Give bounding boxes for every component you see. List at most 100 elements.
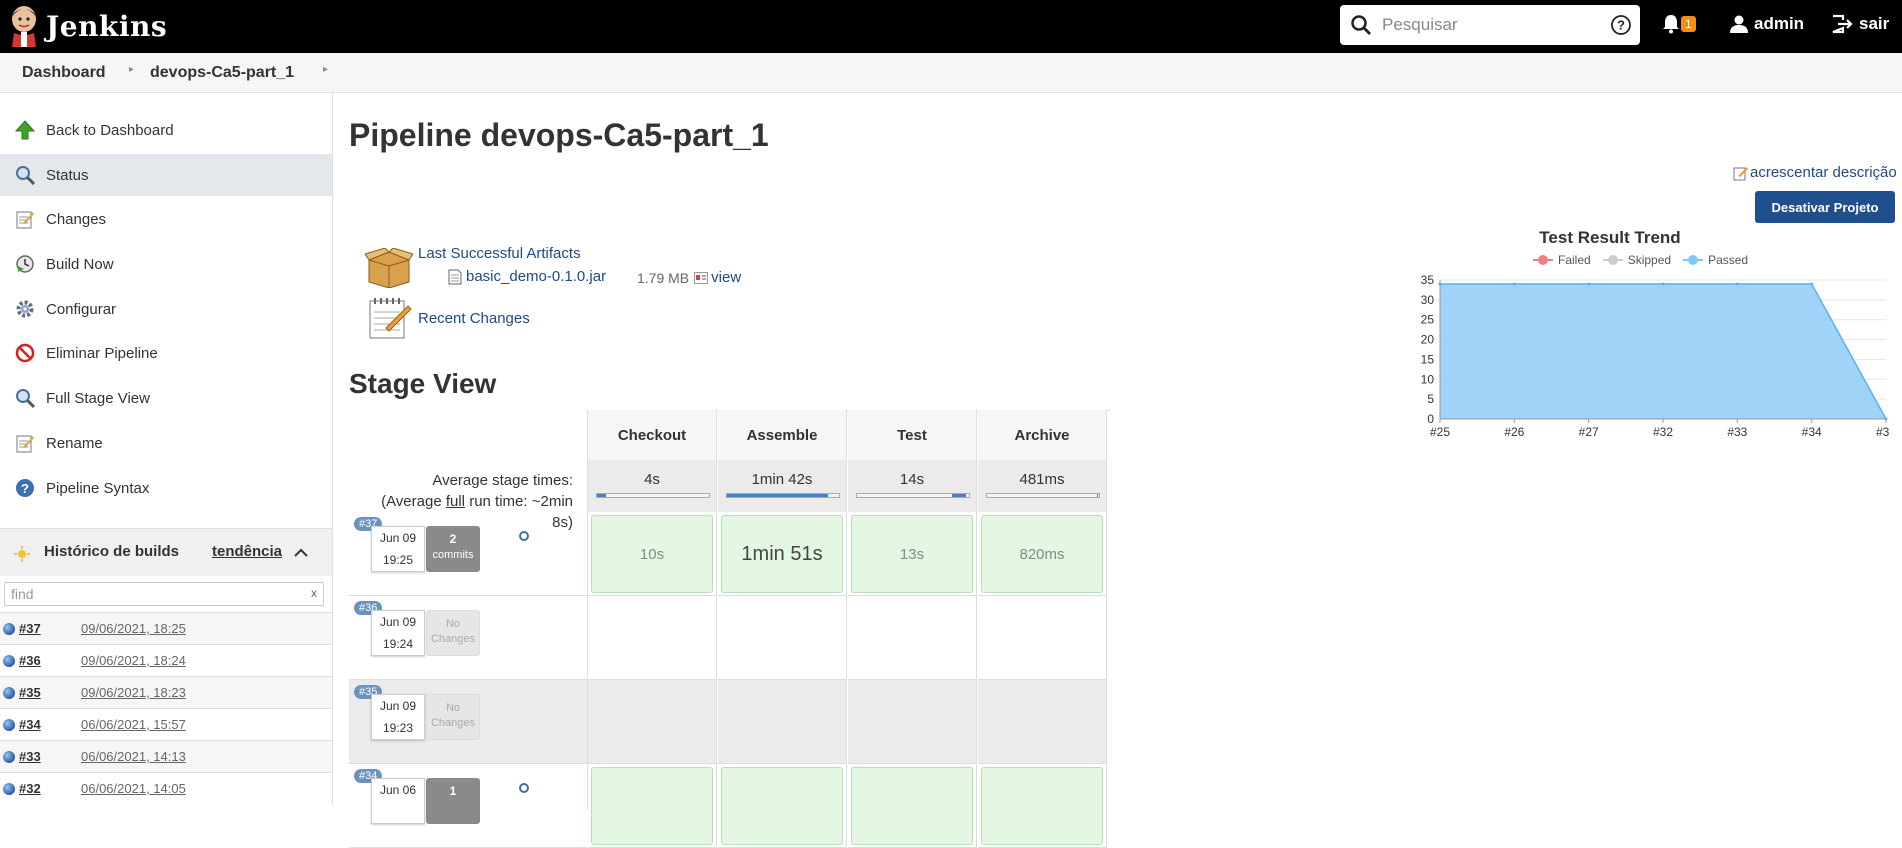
stage-average-bar	[856, 493, 970, 498]
build-number-link[interactable]: #36	[19, 653, 79, 668]
build-number-link[interactable]: #33	[19, 749, 79, 764]
run-info-icon[interactable]	[519, 783, 529, 793]
fingerprint-icon	[694, 271, 709, 284]
build-number-link[interactable]: #37	[19, 621, 79, 636]
stage-average-bar	[986, 493, 1100, 498]
run-info-icon[interactable]	[519, 531, 529, 541]
blue-ball-status-icon	[3, 750, 15, 763]
stage-header-assemble: Assemble	[718, 410, 847, 460]
stage-cell[interactable]	[588, 764, 717, 848]
sidebar-item-full-stage-view[interactable]: Full Stage View	[0, 377, 332, 419]
blue-ball-status-icon	[3, 718, 15, 731]
build-date-link[interactable]: 09/06/2021, 18:23	[81, 685, 186, 700]
sidebar-item-rename[interactable]: Rename	[0, 422, 332, 464]
breadcrumb-separator[interactable]: ▸	[323, 64, 328, 75]
build-number-link[interactable]: #35	[19, 685, 79, 700]
legend-item-skipped[interactable]: Skipped	[1602, 253, 1671, 267]
gear-icon	[14, 298, 36, 320]
x-tick-label: #26	[1504, 425, 1524, 439]
build-number-link[interactable]: #32	[19, 781, 79, 796]
help-icon[interactable]: ?	[1610, 14, 1632, 36]
svg-text:?: ?	[21, 481, 29, 496]
build-date-link[interactable]: 06/06/2021, 15:57	[81, 717, 186, 732]
add-description-link[interactable]: acrescentar descrição	[1733, 164, 1897, 181]
legend-swatch-passed	[1683, 255, 1704, 265]
stage-cell-success	[981, 767, 1103, 845]
y-tick-label: 10	[1421, 372, 1435, 386]
stage-cell-empty	[978, 680, 1107, 764]
sidebar-item-eliminar-pipeline[interactable]: Eliminar Pipeline	[0, 332, 332, 374]
test-result-trend-chart[interactable]: 0 5 10 15 20 25 30 35 #25 #26 #27 #32 #33 #34 #37	[1410, 272, 1890, 452]
build-date-link[interactable]: 06/06/2021, 14:13	[81, 749, 186, 764]
y-tick-label: 35	[1421, 273, 1435, 287]
search-input[interactable]	[1382, 13, 1602, 37]
sidebar-item-back-to-dashboard[interactable]: Back to Dashboard	[0, 109, 332, 151]
chart-title: Test Result Trend	[1539, 228, 1681, 247]
clear-filter-icon[interactable]: x	[311, 586, 317, 600]
stage-cell[interactable]	[848, 764, 977, 848]
x-tick-label: #25	[1430, 425, 1450, 439]
artifact-size: 1.79 MB view	[637, 269, 741, 286]
build-date-link[interactable]: 06/06/2021, 14:05	[81, 781, 186, 796]
stage-average-bar-fill	[597, 494, 606, 497]
data-point	[1661, 282, 1665, 286]
legend-label: Failed	[1558, 253, 1591, 267]
breadcrumb-separator[interactable]: ▸	[129, 64, 134, 75]
sidebar-item-label: Eliminar Pipeline	[46, 344, 158, 362]
notification-badge: 1	[1681, 16, 1696, 32]
last-successful-artifacts-link[interactable]: Last Successful Artifacts	[418, 245, 581, 262]
build-date-link[interactable]: 09/06/2021, 18:24	[81, 653, 186, 668]
stage-cell[interactable]	[978, 764, 1107, 848]
y-tick-label: 25	[1421, 313, 1435, 327]
stage-average-cell: 1min 42s	[718, 460, 847, 512]
jenkins-logo[interactable]: Jenkins	[8, 5, 167, 47]
series-area-passed	[1440, 283, 1886, 419]
legend-item-failed[interactable]: Failed	[1533, 253, 1591, 267]
sidebar-item-configurar[interactable]: Configurar	[0, 288, 332, 330]
sidebar-item-changes[interactable]: Changes	[0, 198, 332, 240]
stage-cell[interactable]: 10s	[588, 512, 717, 596]
sidebar-item-status[interactable]: Status	[0, 154, 332, 196]
stage-cell[interactable]	[718, 764, 847, 848]
full-run-link[interactable]: full	[446, 493, 465, 510]
run-changes-button[interactable]: 2 commits	[426, 526, 480, 572]
build-date-link[interactable]: 09/06/2021, 18:25	[81, 621, 186, 636]
run-changes-button[interactable]: 1	[426, 778, 480, 824]
legend-swatch-failed	[1533, 255, 1553, 265]
sidebar-item-label: Configurar	[46, 300, 117, 318]
run-no-changes: No Changes	[426, 610, 480, 656]
artifact-file-link[interactable]: basic_demo-0.1.0.jar	[466, 268, 606, 285]
build-history-trend-link[interactable]: tendência	[212, 543, 282, 560]
stage-cell[interactable]: 820ms	[978, 512, 1107, 596]
chevron-up-icon[interactable]	[294, 548, 308, 558]
run-date-box: Jun 09 19:23	[371, 694, 425, 740]
sidebar-item-build-now[interactable]: Build Now	[0, 243, 332, 285]
legend-label: Passed	[1708, 253, 1749, 267]
breadcrumb-dashboard[interactable]: Dashboard	[22, 64, 106, 82]
avg-runtime-value: run time: ~2min	[465, 493, 573, 510]
sidebar-item-pipeline-syntax[interactable]: ? Pipeline Syntax	[0, 467, 332, 509]
run-date: Jun 09	[379, 531, 417, 545]
stage-header-test: Test	[848, 410, 977, 460]
recent-changes-link[interactable]: Recent Changes	[418, 310, 530, 327]
artifact-view-link[interactable]: view	[711, 269, 741, 286]
stage-cell-success: 820ms	[981, 515, 1103, 593]
search-box: ?	[1340, 5, 1640, 45]
legend-item-passed[interactable]: Passed	[1683, 253, 1748, 267]
stage-average-value: 14s	[899, 471, 925, 488]
blue-ball-status-icon	[3, 654, 15, 667]
stage-cell[interactable]: 13s	[848, 512, 977, 596]
commit-count: 1	[449, 784, 457, 798]
build-filter-input[interactable]	[11, 584, 301, 604]
stage-cell[interactable]: 1min 51s	[718, 512, 847, 596]
disable-project-button[interactable]: Desativar Projeto	[1755, 191, 1895, 223]
logout-button[interactable]: sair	[1831, 14, 1889, 34]
build-number-link[interactable]: #34	[19, 717, 79, 732]
breadcrumb-job[interactable]: devops-Ca5-part_1	[150, 64, 294, 82]
page-title: Pipeline devops-Ca5-part_1	[349, 117, 769, 153]
artifact-file: basic_demo-0.1.0.jar	[448, 268, 606, 285]
x-tick-label: #32	[1653, 425, 1673, 439]
notifications-button[interactable]: 1	[1662, 14, 1696, 34]
user-menu[interactable]: admin	[1730, 14, 1804, 34]
stage-average-bar-fill	[1096, 494, 1098, 497]
